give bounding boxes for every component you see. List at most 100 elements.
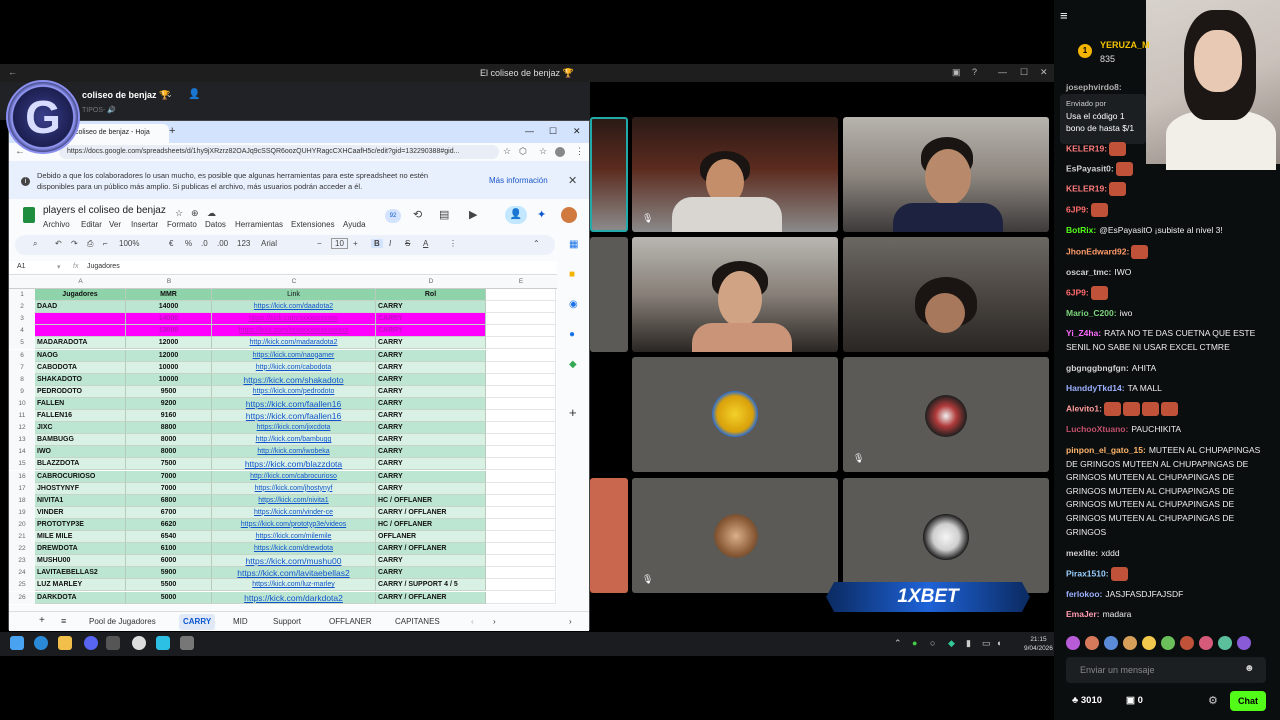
formula-input[interactable]: Jugadores xyxy=(87,263,120,270)
chat-message[interactable]: Yi_Z4ha: RATA NO TE DAS CUETNA QUE ESTE S… xyxy=(1066,327,1270,354)
video-tile[interactable] xyxy=(632,237,838,352)
taskbar-clock[interactable]: 21:15 9/04/2026 xyxy=(1024,635,1053,653)
cell-jugador[interactable]: BLAZZDOTA xyxy=(35,458,126,471)
cell-link[interactable]: https://kick.com/mushu00 xyxy=(212,555,376,568)
cell-mmr[interactable]: 10000 xyxy=(126,373,212,386)
emote-icon[interactable] xyxy=(1199,636,1213,650)
video-tile-partial[interactable] xyxy=(590,237,628,352)
cell-mmr[interactable]: 13000 xyxy=(126,325,212,338)
cell-e[interactable] xyxy=(486,543,556,556)
cell-jugador[interactable]: DAAD xyxy=(35,301,126,314)
cell-link[interactable]: https://kick.com/daadota2 xyxy=(212,301,376,314)
minimize-icon[interactable]: — xyxy=(525,126,534,136)
close-icon[interactable]: ✕ xyxy=(1040,67,1048,78)
italic-icon[interactable]: I xyxy=(389,239,391,248)
cell-link[interactable]: https://kick.com/lavitaebellas2 xyxy=(212,567,376,580)
row-number[interactable]: 23 xyxy=(9,555,35,568)
cell-mmr[interactable]: 7500 xyxy=(126,458,212,471)
bookmark-icon[interactable]: ☆ xyxy=(539,146,547,157)
cell-mmr[interactable]: 14000 xyxy=(126,301,212,314)
add-user-icon[interactable]: 👤 xyxy=(188,89,200,100)
chat-username[interactable]: Alevito1: xyxy=(1066,403,1102,413)
text-color-icon[interactable]: A xyxy=(423,239,428,248)
cell-link[interactable]: https://kick.com/faallen16 xyxy=(212,397,376,410)
new-tab-icon[interactable]: + xyxy=(169,125,175,137)
comment-icon[interactable]: ▤ xyxy=(439,208,449,221)
row-number[interactable]: 9 xyxy=(9,385,35,398)
contacts-icon[interactable]: ● xyxy=(569,329,575,340)
chat-username[interactable]: HanddyTkd14: xyxy=(1066,383,1125,393)
tray-app-icon[interactable]: ◆ xyxy=(948,638,955,649)
cell-link[interactable]: https://kick.com/jhostynyf xyxy=(212,482,376,495)
app-icon[interactable] xyxy=(156,636,170,650)
more-icon[interactable]: ⋮ xyxy=(449,239,457,248)
all-sheets-icon[interactable]: ≡ xyxy=(61,616,66,626)
cell-link[interactable]: https://kick.com/blazzdota xyxy=(212,458,376,471)
header-link[interactable]: Link xyxy=(212,289,376,302)
discord-server-name[interactable]: coliseo de benjaz 🏆 xyxy=(82,90,170,101)
cell-jugador[interactable] xyxy=(35,313,126,326)
cell-mmr[interactable]: 12000 xyxy=(126,349,212,362)
menu-ver[interactable]: Ver xyxy=(109,220,121,229)
more-info-link[interactable]: Más información xyxy=(489,176,548,185)
cell-link[interactable]: http://kick.com/iwobeka xyxy=(212,446,376,459)
row-number[interactable]: 14 xyxy=(9,446,35,459)
chat-message[interactable]: Pirax1510: xyxy=(1066,567,1270,581)
emote-icon[interactable] xyxy=(1180,636,1194,650)
tasks-icon[interactable]: ◉ xyxy=(569,299,578,310)
row-number[interactable]: 5 xyxy=(9,337,35,350)
decrease-decimal-icon[interactable]: .0 xyxy=(201,239,208,248)
header-jugadores[interactable]: Jugadores xyxy=(35,289,126,302)
chat-message[interactable]: pinpon_el_gato_15: MUTEEN AL CHUPAPINGAS … xyxy=(1066,444,1272,539)
cell-jugador[interactable]: NAOG xyxy=(35,349,126,362)
emote-icon[interactable] xyxy=(1237,636,1251,650)
row-number[interactable]: 8 xyxy=(9,373,35,386)
row-number[interactable]: 16 xyxy=(9,470,35,483)
cell-mmr[interactable]: 5900 xyxy=(126,567,212,580)
chat-username[interactable]: oscar_tmc: xyxy=(1066,267,1111,277)
paint-format-icon[interactable]: ⌐ xyxy=(103,239,108,248)
chat-message[interactable]: 6JP9: xyxy=(1066,203,1270,217)
folder-icon[interactable] xyxy=(58,636,72,650)
cell-link[interactable]: https://kick.com/faallen16 xyxy=(212,410,376,423)
cell-jugador[interactable]: PEDRODOTO xyxy=(35,385,126,398)
strikethrough-icon[interactable]: S xyxy=(405,239,410,248)
cell-e[interactable] xyxy=(486,579,556,592)
next-sheet-icon[interactable]: › xyxy=(493,617,496,626)
row-number[interactable]: 12 xyxy=(9,422,35,435)
cell-rol[interactable]: CARRY xyxy=(376,410,486,423)
header-mmr[interactable]: MMR xyxy=(126,289,212,302)
row-number[interactable]: 26 xyxy=(9,591,35,604)
cell-link[interactable]: https://kick.com/milemile xyxy=(212,531,376,544)
bold-icon[interactable]: B xyxy=(371,239,383,248)
sheet-tab-capitanes[interactable]: CAPITANES xyxy=(395,617,440,626)
cell-mmr[interactable]: 7000 xyxy=(126,470,212,483)
font-size-input[interactable]: 10 xyxy=(331,238,348,249)
chat-username[interactable]: KELER19: xyxy=(1066,183,1107,193)
cell-rol[interactable]: OFFLANER xyxy=(376,531,486,544)
chat-username[interactable]: KELER19: xyxy=(1066,143,1107,153)
chat-message[interactable]: ferlokoo: JASJFASDJFAJSDF xyxy=(1066,588,1270,602)
maps-icon[interactable]: ◆ xyxy=(569,359,577,370)
chat-send-button[interactable]: Chat xyxy=(1230,691,1266,711)
extension-icon[interactable]: ⬡ xyxy=(519,146,527,157)
screen-icon[interactable]: ▣ xyxy=(952,67,961,78)
cell-rol[interactable]: CARRY / OFFLANER xyxy=(376,506,486,519)
cell-rol[interactable]: CARRY xyxy=(376,373,486,386)
chat-username[interactable]: EmaJer: xyxy=(1066,609,1100,619)
video-tile-partial[interactable] xyxy=(590,117,628,232)
cell-mmr[interactable]: 5000 xyxy=(126,591,212,604)
cell-jugador[interactable]: DREWDOTA xyxy=(35,543,126,556)
browser-tab[interactable]: coliseo de benjaz - Hoja xyxy=(69,124,169,143)
collapse-icon[interactable]: ⌃ xyxy=(533,239,540,248)
row-number[interactable]: 11 xyxy=(9,410,35,423)
cell-link[interactable]: http://kick.com/cabodota xyxy=(212,361,376,374)
cell-rol[interactable]: CARRY xyxy=(376,482,486,495)
row-number[interactable]: 10 xyxy=(9,397,35,410)
help-icon[interactable]: ? xyxy=(972,67,977,77)
cell-link[interactable]: https://kick.com/naogamer xyxy=(212,349,376,362)
cloud-icon[interactable]: ☁ xyxy=(207,208,216,219)
network-icon[interactable]: ▭ xyxy=(982,638,991,649)
cell-jugador[interactable]: JHOSTYNYF xyxy=(35,482,126,495)
cell-e[interactable] xyxy=(486,337,556,350)
